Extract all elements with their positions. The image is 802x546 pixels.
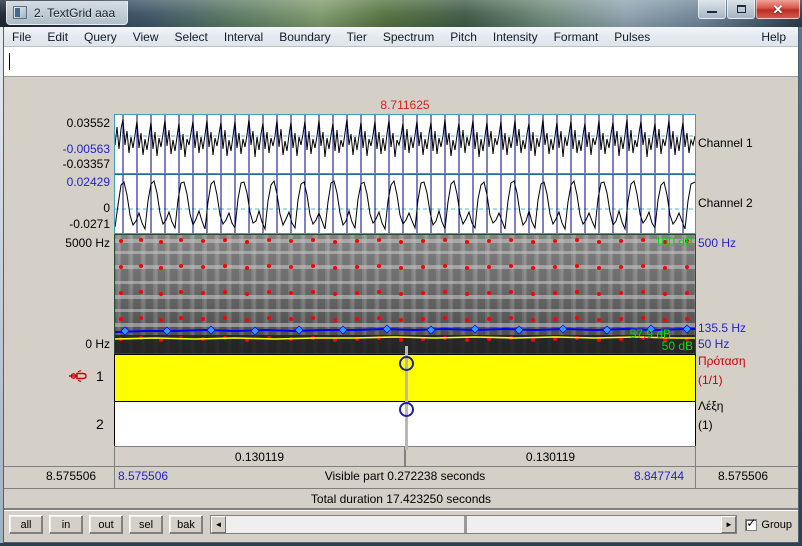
- pitch-min-label: 50 Hz: [698, 337, 730, 351]
- editor-canvas[interactable]: 8.711625 100 dB 50 dB 57.9 dB 0.03552 -0…: [4, 96, 798, 450]
- menu-spectrum[interactable]: Spectrum: [375, 28, 442, 46]
- menu-tier[interactable]: Tier: [339, 28, 375, 46]
- menu-bar: File Edit Query View Select Interval Bou…: [4, 27, 798, 47]
- channel2-min-label: -0.0271: [69, 217, 110, 231]
- zoom-out-button[interactable]: out: [89, 515, 123, 534]
- right-duration-cell[interactable]: 0.130119: [405, 446, 696, 466]
- channel2-max-label: 0.02429: [66, 175, 110, 189]
- menu-help[interactable]: Help: [753, 28, 794, 46]
- left-duration-cell[interactable]: 0.130119: [114, 446, 405, 466]
- spectrogram-min-db: 50 dB: [661, 339, 693, 353]
- window-titlebar[interactable]: 2. TextGrid aaa ✕: [0, 0, 802, 27]
- end-outer-time: 8.575506: [718, 469, 769, 483]
- spectrogram-top-freq-label: 5000 Hz: [65, 236, 110, 250]
- scrollbar-track[interactable]: [226, 516, 722, 533]
- selection-duration-bar: 0.130119 0.130119: [4, 446, 798, 466]
- menu-intensity[interactable]: Intensity: [485, 28, 546, 46]
- minimize-button[interactable]: [698, 0, 726, 19]
- channel1-waveform[interactable]: [114, 114, 696, 174]
- channel2-waveform-svg: [115, 175, 695, 233]
- menu-query[interactable]: Query: [76, 28, 125, 46]
- spectrogram-max-db: 100 dB: [654, 235, 693, 249]
- menu-edit[interactable]: Edit: [39, 28, 76, 46]
- zoom-all-button[interactable]: all: [9, 515, 43, 534]
- tier-2-count-label: (1): [698, 418, 713, 432]
- window-title-chip: 2. TextGrid aaa: [6, 1, 129, 25]
- tier-1-name-label: Πρόταση: [698, 354, 746, 368]
- cursor-time-label: 8.711625: [380, 98, 430, 112]
- tier-1-count-label: (1/1): [698, 373, 723, 387]
- total-duration-label: Total duration 17.423250 seconds: [310, 491, 492, 506]
- window-controls: ✕: [697, 0, 800, 19]
- channel1-max-label: 0.03552: [66, 116, 110, 130]
- channel1-min-label: -0.03357: [62, 157, 110, 171]
- channel2-waveform[interactable]: [114, 174, 696, 234]
- spectrogram-panel[interactable]: 100 dB 50 dB 57.9 dB: [114, 234, 696, 354]
- zoom-controls-bar: all in out sel bak ◄ ► Group: [4, 510, 798, 538]
- start-outer-time: 8.575506: [46, 469, 97, 483]
- boundary-circle-tier2[interactable]: [399, 402, 414, 417]
- window-title: 2. TextGrid aaa: [34, 5, 116, 20]
- channel1-label: Channel 1: [698, 136, 753, 150]
- zoom-sel-button[interactable]: sel: [129, 515, 163, 534]
- minimize-icon: [707, 10, 717, 13]
- menu-pulses[interactable]: Pulses: [606, 28, 658, 46]
- channel1-waveform-svg: [115, 115, 695, 173]
- scroll-right-arrow-icon[interactable]: ►: [721, 516, 737, 533]
- maximize-button[interactable]: [727, 0, 755, 19]
- tier-1-number[interactable]: 1: [96, 368, 104, 384]
- zoom-in-button[interactable]: in: [49, 515, 83, 534]
- interval-text-field[interactable]: [4, 47, 798, 77]
- scrollbar-thumb[interactable]: [463, 516, 467, 533]
- menu-interval[interactable]: Interval: [216, 28, 271, 46]
- maximize-icon: [736, 5, 746, 13]
- textgrid-icon: [13, 6, 27, 19]
- pointing-hand-icon: [69, 369, 87, 383]
- menu-file[interactable]: File: [4, 28, 39, 46]
- channel2-label: Channel 2: [698, 196, 753, 210]
- tier-2-number[interactable]: 2: [96, 416, 104, 432]
- close-icon: ✕: [772, 1, 784, 17]
- menu-view[interactable]: View: [125, 28, 167, 46]
- text-caret: [9, 53, 10, 70]
- menu-select[interactable]: Select: [167, 28, 216, 46]
- menu-boundary[interactable]: Boundary: [271, 28, 338, 46]
- time-range-bar: 8.575506 8.575506 Visible part 0.272238 …: [4, 466, 798, 488]
- end-inner-time[interactable]: 8.847744: [634, 469, 684, 483]
- boundary-circle-tier1[interactable]: [399, 356, 414, 371]
- spectrogram-cursor-db: 57.9 dB: [629, 327, 671, 341]
- pitch-cursor-label: 135.5 Hz: [698, 321, 747, 335]
- channel1-cursor-value-label: -0.00563: [62, 142, 110, 156]
- zoom-back-button[interactable]: bak: [169, 515, 203, 534]
- group-checkbox[interactable]: [745, 517, 758, 531]
- spectrogram-bottom-freq-label: 0 Hz: [85, 337, 110, 351]
- scroll-left-arrow-icon[interactable]: ◄: [211, 516, 226, 533]
- group-toggle[interactable]: Group: [745, 517, 792, 531]
- visible-part-label: Visible part 0.272238 seconds: [324, 469, 486, 483]
- spacer: [4, 77, 798, 96]
- client-area: File Edit Query View Select Interval Bou…: [3, 27, 799, 543]
- spectrogram-svg: [115, 235, 695, 353]
- pitch-max-label: 500 Hz: [698, 236, 737, 250]
- horizontal-scrollbar[interactable]: ◄ ►: [210, 515, 738, 534]
- total-duration-bar[interactable]: Total duration 17.423250 seconds: [4, 488, 798, 510]
- praat-textgrid-window: 2. TextGrid aaa ✕ File Edit Query View S…: [0, 0, 802, 546]
- menu-formant[interactable]: Formant: [546, 28, 607, 46]
- tier-2-name-label: Λέξη: [698, 399, 724, 413]
- menu-pitch[interactable]: Pitch: [442, 28, 485, 46]
- close-button[interactable]: ✕: [756, 0, 800, 19]
- channel2-zero-label: 0: [103, 201, 110, 215]
- group-label: Group: [761, 518, 792, 531]
